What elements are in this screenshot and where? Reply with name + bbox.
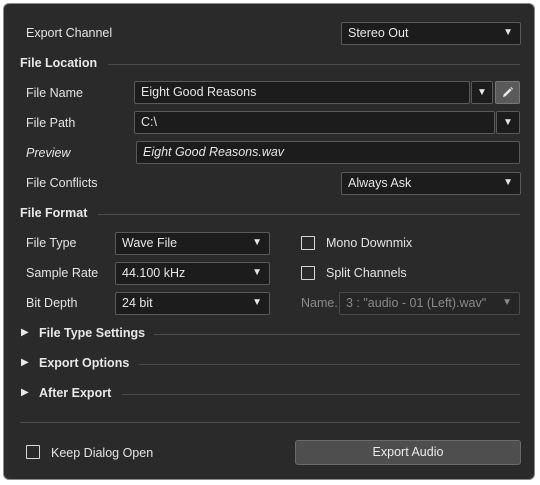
file-type-value: Wave File [122,236,178,250]
sample-rate-value: 44.100 kHz [122,266,186,280]
file-path-value: C:\ [141,115,157,129]
bit-depth-select[interactable]: 24 bit ▼ [115,292,270,315]
file-path-label: File Path [26,116,76,130]
file-conflicts-label: File Conflicts [26,176,98,190]
split-channels-label: Split Channels [326,266,407,280]
chevron-down-icon: ▼ [252,237,262,248]
chevron-down-icon: ▼ [502,297,512,308]
section-divider [108,64,520,65]
file-name-label: File Name [26,86,83,100]
file-conflicts-value: Always Ask [348,176,412,190]
pencil-icon [503,87,513,97]
chevron-down-icon: ▼ [252,297,262,308]
file-conflicts-select[interactable]: Always Ask ▼ [341,172,521,195]
bit-depth-label: Bit Depth [26,296,78,310]
chevron-down-icon: ▼ [477,87,487,98]
keep-dialog-open-label: Keep Dialog Open [51,446,154,460]
chevron-down-icon: ▼ [252,267,262,278]
section-divider [98,214,520,215]
split-channels-checkbox[interactable] [301,266,315,280]
file-type-select[interactable]: Wave File ▼ [115,232,270,255]
file-path-input[interactable]: C:\ [134,111,495,134]
export-channel-label: Export Channel [26,26,113,40]
export-audio-button[interactable]: Export Audio [295,440,521,465]
file-type-label: File Type [26,236,77,250]
preview-label: Preview [26,146,71,160]
file-name-dropdown-button[interactable]: ▼ [471,81,493,104]
chevron-down-icon: ▼ [503,177,513,188]
section-divider [122,394,520,395]
triangle-right-icon[interactable]: ▶ [21,355,29,371]
file-location-title: File Location [20,56,98,70]
channel-name-label: Name. [301,296,338,310]
file-format-title: File Format [20,206,88,220]
channel-name-select[interactable]: 3 : "audio - 01 (Left).wav" ▼ [339,292,520,315]
mono-downmix-checkbox[interactable] [301,236,315,250]
edit-file-name-button[interactable] [495,81,520,104]
export-audio-dialog: Export Channel Stereo Out ▼ File Locatio… [3,3,535,480]
channel-name-value: 3 : "audio - 01 (Left).wav" [346,296,487,310]
file-name-input[interactable]: Eight Good Reasons [134,81,470,104]
chevron-down-icon: ▼ [503,27,513,38]
mono-downmix-label: Mono Downmix [326,236,413,250]
export-channel-select[interactable]: Stereo Out ▼ [341,22,521,45]
section-divider [154,334,520,335]
keep-dialog-open-checkbox[interactable] [26,445,40,459]
triangle-right-icon[interactable]: ▶ [21,325,29,341]
chevron-down-icon: ▼ [503,117,513,128]
file-path-dropdown-button[interactable]: ▼ [496,111,520,134]
bit-depth-value: 24 bit [122,296,153,310]
section-divider [139,364,520,365]
file-type-settings-header[interactable]: File Type Settings [39,325,145,341]
export-audio-button-label: Export Audio [372,445,444,459]
export-channel-value: Stereo Out [348,26,409,40]
preview-field: Eight Good Reasons.wav [136,141,520,164]
sample-rate-label: Sample Rate [26,266,99,280]
file-name-value: Eight Good Reasons [141,85,257,99]
preview-value: Eight Good Reasons.wav [143,145,285,159]
after-export-header[interactable]: After Export [39,385,111,401]
triangle-right-icon[interactable]: ▶ [21,385,29,401]
footer-divider [20,422,520,423]
sample-rate-select[interactable]: 44.100 kHz ▼ [115,262,270,285]
export-options-header[interactable]: Export Options [39,355,129,371]
